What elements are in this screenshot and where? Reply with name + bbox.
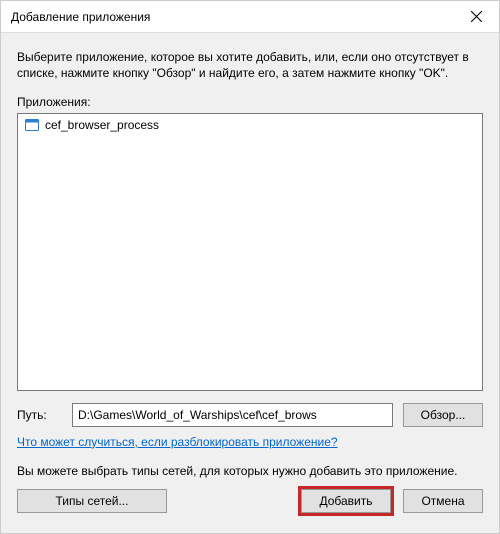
window-title: Добавление приложения [11, 10, 150, 24]
path-input[interactable] [72, 403, 393, 427]
intro-text: Выберите приложение, которое вы хотите д… [17, 49, 483, 81]
apps-listbox[interactable]: cef_browser_process [17, 113, 483, 390]
dialog-window: Добавление приложения Выберите приложени… [0, 0, 500, 534]
close-button[interactable] [453, 1, 499, 32]
app-icon [24, 117, 40, 133]
help-link[interactable]: Что может случиться, если разблокировать… [17, 435, 483, 449]
cancel-button[interactable]: Отмена [403, 489, 483, 513]
client-area: Выберите приложение, которое вы хотите д… [1, 33, 499, 533]
network-types-text: Вы можете выбрать типы сетей, для которы… [17, 463, 483, 479]
path-label: Путь: [17, 408, 62, 422]
browse-button[interactable]: Обзор... [403, 403, 483, 427]
close-icon [471, 11, 482, 22]
button-row: Типы сетей... Добавить Отмена [17, 489, 483, 513]
list-item[interactable]: cef_browser_process [18, 114, 482, 136]
path-row: Путь: Обзор... [17, 403, 483, 427]
apps-label: Приложения: [17, 95, 483, 109]
add-button[interactable]: Добавить [301, 489, 391, 513]
network-types-button[interactable]: Типы сетей... [17, 489, 167, 513]
titlebar: Добавление приложения [1, 1, 499, 33]
list-item-label: cef_browser_process [45, 118, 159, 132]
